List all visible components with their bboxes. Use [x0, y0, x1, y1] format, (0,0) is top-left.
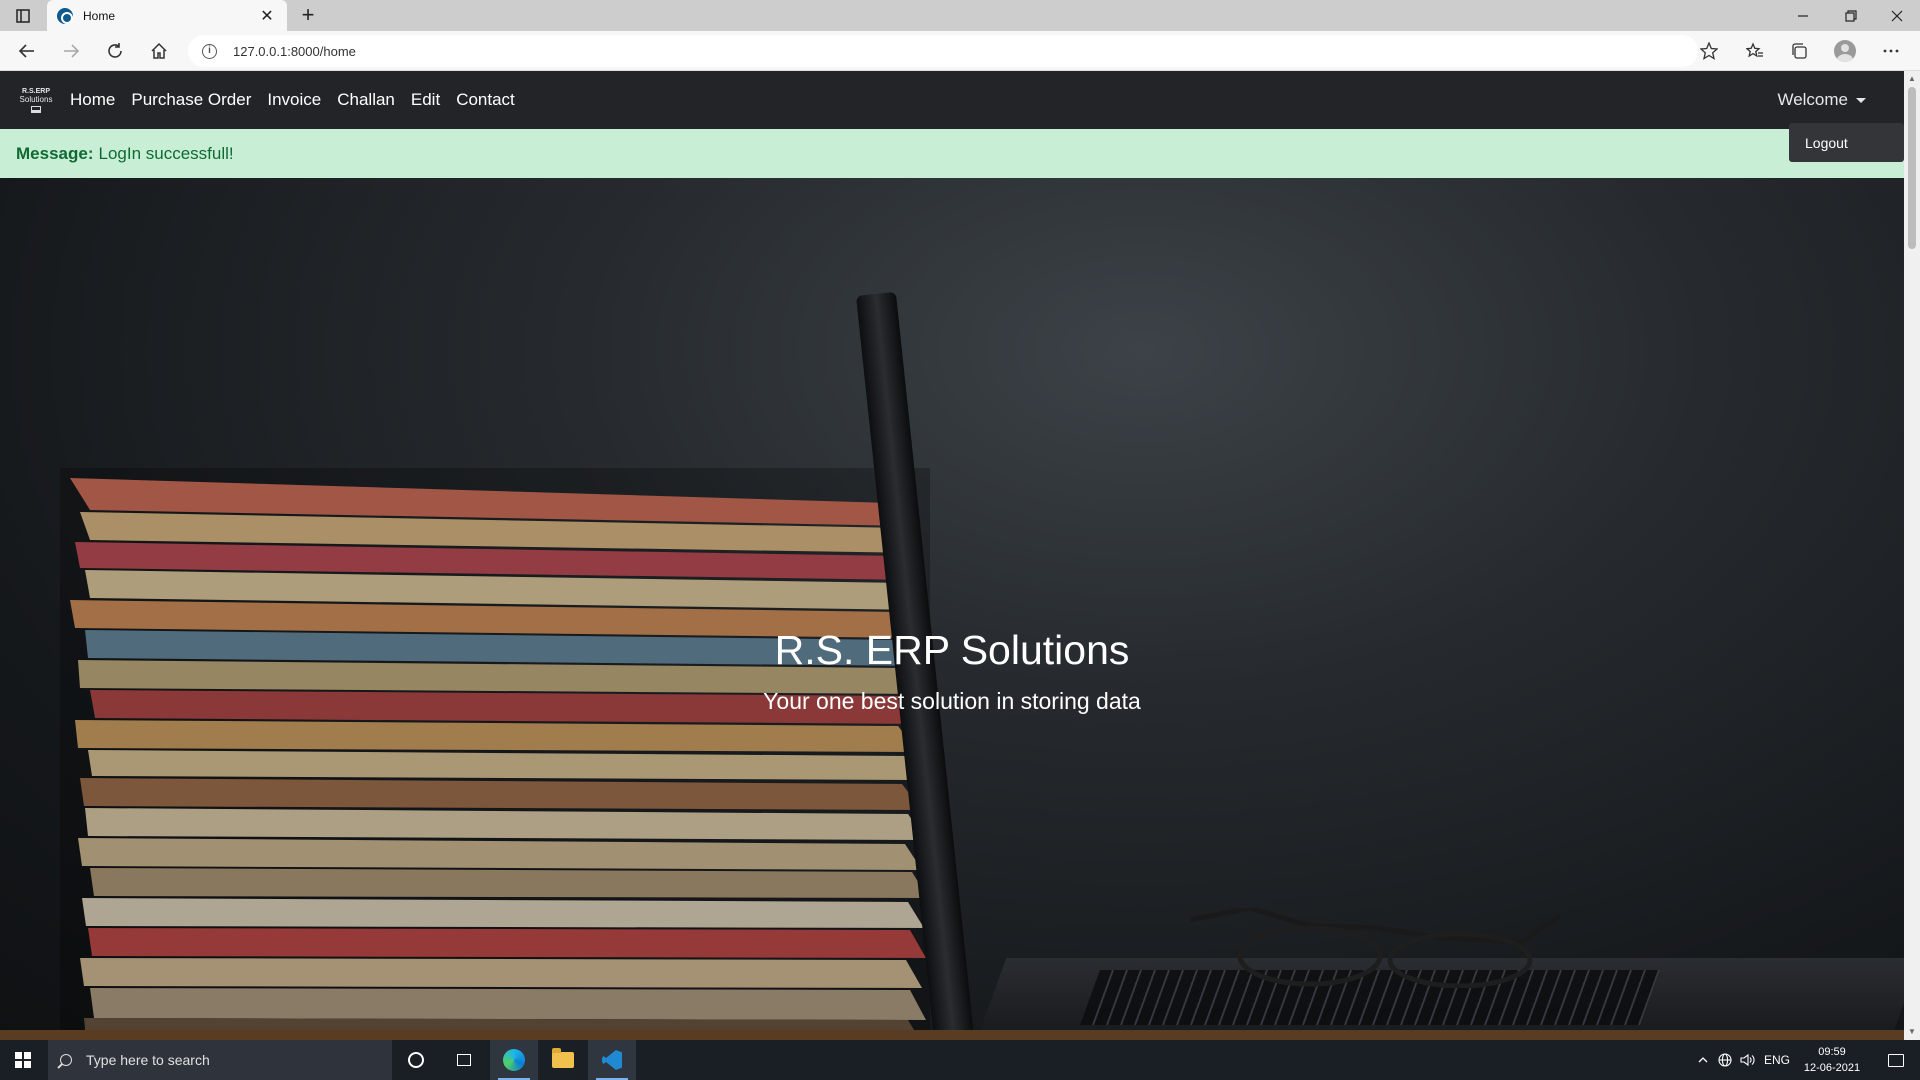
hero-title: R.S. ERP Solutions [774, 627, 1130, 673]
nav-contact-link[interactable]: Contact [456, 90, 515, 110]
nav-edit-link[interactable]: Edit [411, 90, 440, 110]
alert-label: Message: [16, 143, 94, 163]
site-favicon-icon [57, 7, 73, 24]
cortana-icon [408, 1052, 424, 1068]
nav-purchase-order-link[interactable]: Purchase Order [131, 90, 251, 110]
forward-arrow-icon[interactable] [56, 36, 86, 66]
brand-logo[interactable]: R.S.ERP Solutions [12, 76, 60, 124]
login-alert: Message: LogIn successfull! [0, 129, 1904, 178]
show-hidden-icons-button[interactable] [1692, 1040, 1714, 1080]
alert-message: LogIn successfull! [98, 143, 234, 163]
laptop-icon [31, 105, 41, 113]
hero-section: R.S. ERP Solutions Your one best solutio… [0, 178, 1904, 1040]
glasses-image [1190, 908, 1560, 988]
profile-icon[interactable] [1830, 36, 1860, 66]
avatar [1834, 40, 1856, 62]
taskbar-clock[interactable]: 09:59 12-06-2021 [1792, 1044, 1872, 1076]
speaker-icon [1740, 1053, 1755, 1067]
url-text: 127.0.0.1:8000/home [233, 43, 356, 59]
brand-line2: Solutions [19, 94, 53, 104]
search-placeholder: Type here to search [86, 1052, 210, 1068]
brand-line1: R.S.ERP [21, 87, 50, 95]
cortana-button[interactable] [392, 1040, 440, 1080]
welcome-label: Welcome [1777, 90, 1848, 109]
welcome-dropdown-toggle[interactable]: Welcome [1777, 90, 1866, 110]
back-arrow-icon[interactable] [12, 36, 42, 66]
scroll-down-icon[interactable]: ▼ [1904, 1024, 1920, 1040]
nav-challan-link[interactable]: Challan [337, 90, 395, 110]
browser-toolbar: i 127.0.0.1:8000/home [0, 31, 1920, 71]
nav-home-link[interactable]: Home [70, 90, 115, 110]
favorites-icon[interactable] [1740, 36, 1770, 66]
taskbar-search-box[interactable]: Type here to search [48, 1040, 392, 1080]
language-indicator[interactable]: ENG [1762, 1040, 1792, 1080]
new-tab-button[interactable]: + [295, 3, 321, 29]
file-explorer-button[interactable] [539, 1040, 587, 1080]
clock-time: 09:59 [1818, 1046, 1846, 1058]
task-view-icon [457, 1054, 471, 1066]
task-view-button[interactable] [440, 1040, 488, 1080]
file-stack-image [60, 468, 930, 1040]
network-button[interactable] [1714, 1040, 1736, 1080]
scroll-thumb[interactable] [1908, 87, 1916, 249]
volume-button[interactable] [1736, 1040, 1760, 1080]
notification-icon [1888, 1053, 1904, 1067]
minimize-button[interactable] [1780, 0, 1826, 31]
site-navbar: R.S.ERP Solutions Home Purchase Order In… [0, 71, 1904, 129]
more-icon[interactable] [1876, 36, 1906, 66]
nav-invoice-link[interactable]: Invoice [267, 90, 321, 110]
close-tab-button[interactable]: ✕ [257, 6, 277, 26]
browser-tab-bar: Home ✕ + [0, 0, 1920, 31]
page-viewport: R.S. ERP Solutions Your one best solutio… [0, 71, 1904, 1040]
action-center-button[interactable] [1872, 1040, 1920, 1080]
address-bar[interactable]: i 127.0.0.1:8000/home [188, 35, 1698, 67]
home-icon[interactable] [144, 36, 174, 66]
folder-icon [552, 1048, 574, 1068]
chevron-up-icon [1698, 1057, 1708, 1063]
tab-actions-icon[interactable] [12, 6, 34, 26]
start-button[interactable] [0, 1040, 46, 1080]
clock-date: 12-06-2021 [1803, 1062, 1861, 1074]
search-icon [60, 1054, 72, 1066]
vscode-taskbar-button[interactable] [588, 1040, 636, 1080]
windows-logo-icon [15, 1052, 31, 1068]
collections-icon[interactable] [1784, 36, 1814, 66]
edge-taskbar-button[interactable] [490, 1040, 538, 1080]
browser-tab-home[interactable]: Home ✕ [47, 0, 287, 31]
restore-button[interactable] [1828, 0, 1874, 31]
site-info-icon[interactable]: i [202, 43, 217, 59]
vscode-icon [602, 1050, 622, 1070]
tab-title: Home [83, 8, 116, 23]
windows-taskbar: Type here to search ENG 09:59 12-06-2021 [0, 1040, 1920, 1080]
logout-dropdown-item[interactable]: Logout [1789, 123, 1904, 162]
scroll-up-icon[interactable]: ▲ [1904, 71, 1920, 87]
globe-icon [1718, 1053, 1732, 1067]
hero-subtitle: Your one best solution in storing data [763, 688, 1141, 714]
star-add-icon[interactable] [1694, 36, 1724, 66]
caret-down-icon [1856, 97, 1866, 103]
refresh-icon[interactable] [100, 36, 130, 66]
table-edge-image [0, 1030, 1904, 1040]
close-window-button[interactable] [1874, 0, 1920, 31]
edge-icon [503, 1049, 525, 1071]
page-scrollbar[interactable]: ▲ ▼ [1904, 71, 1920, 1040]
